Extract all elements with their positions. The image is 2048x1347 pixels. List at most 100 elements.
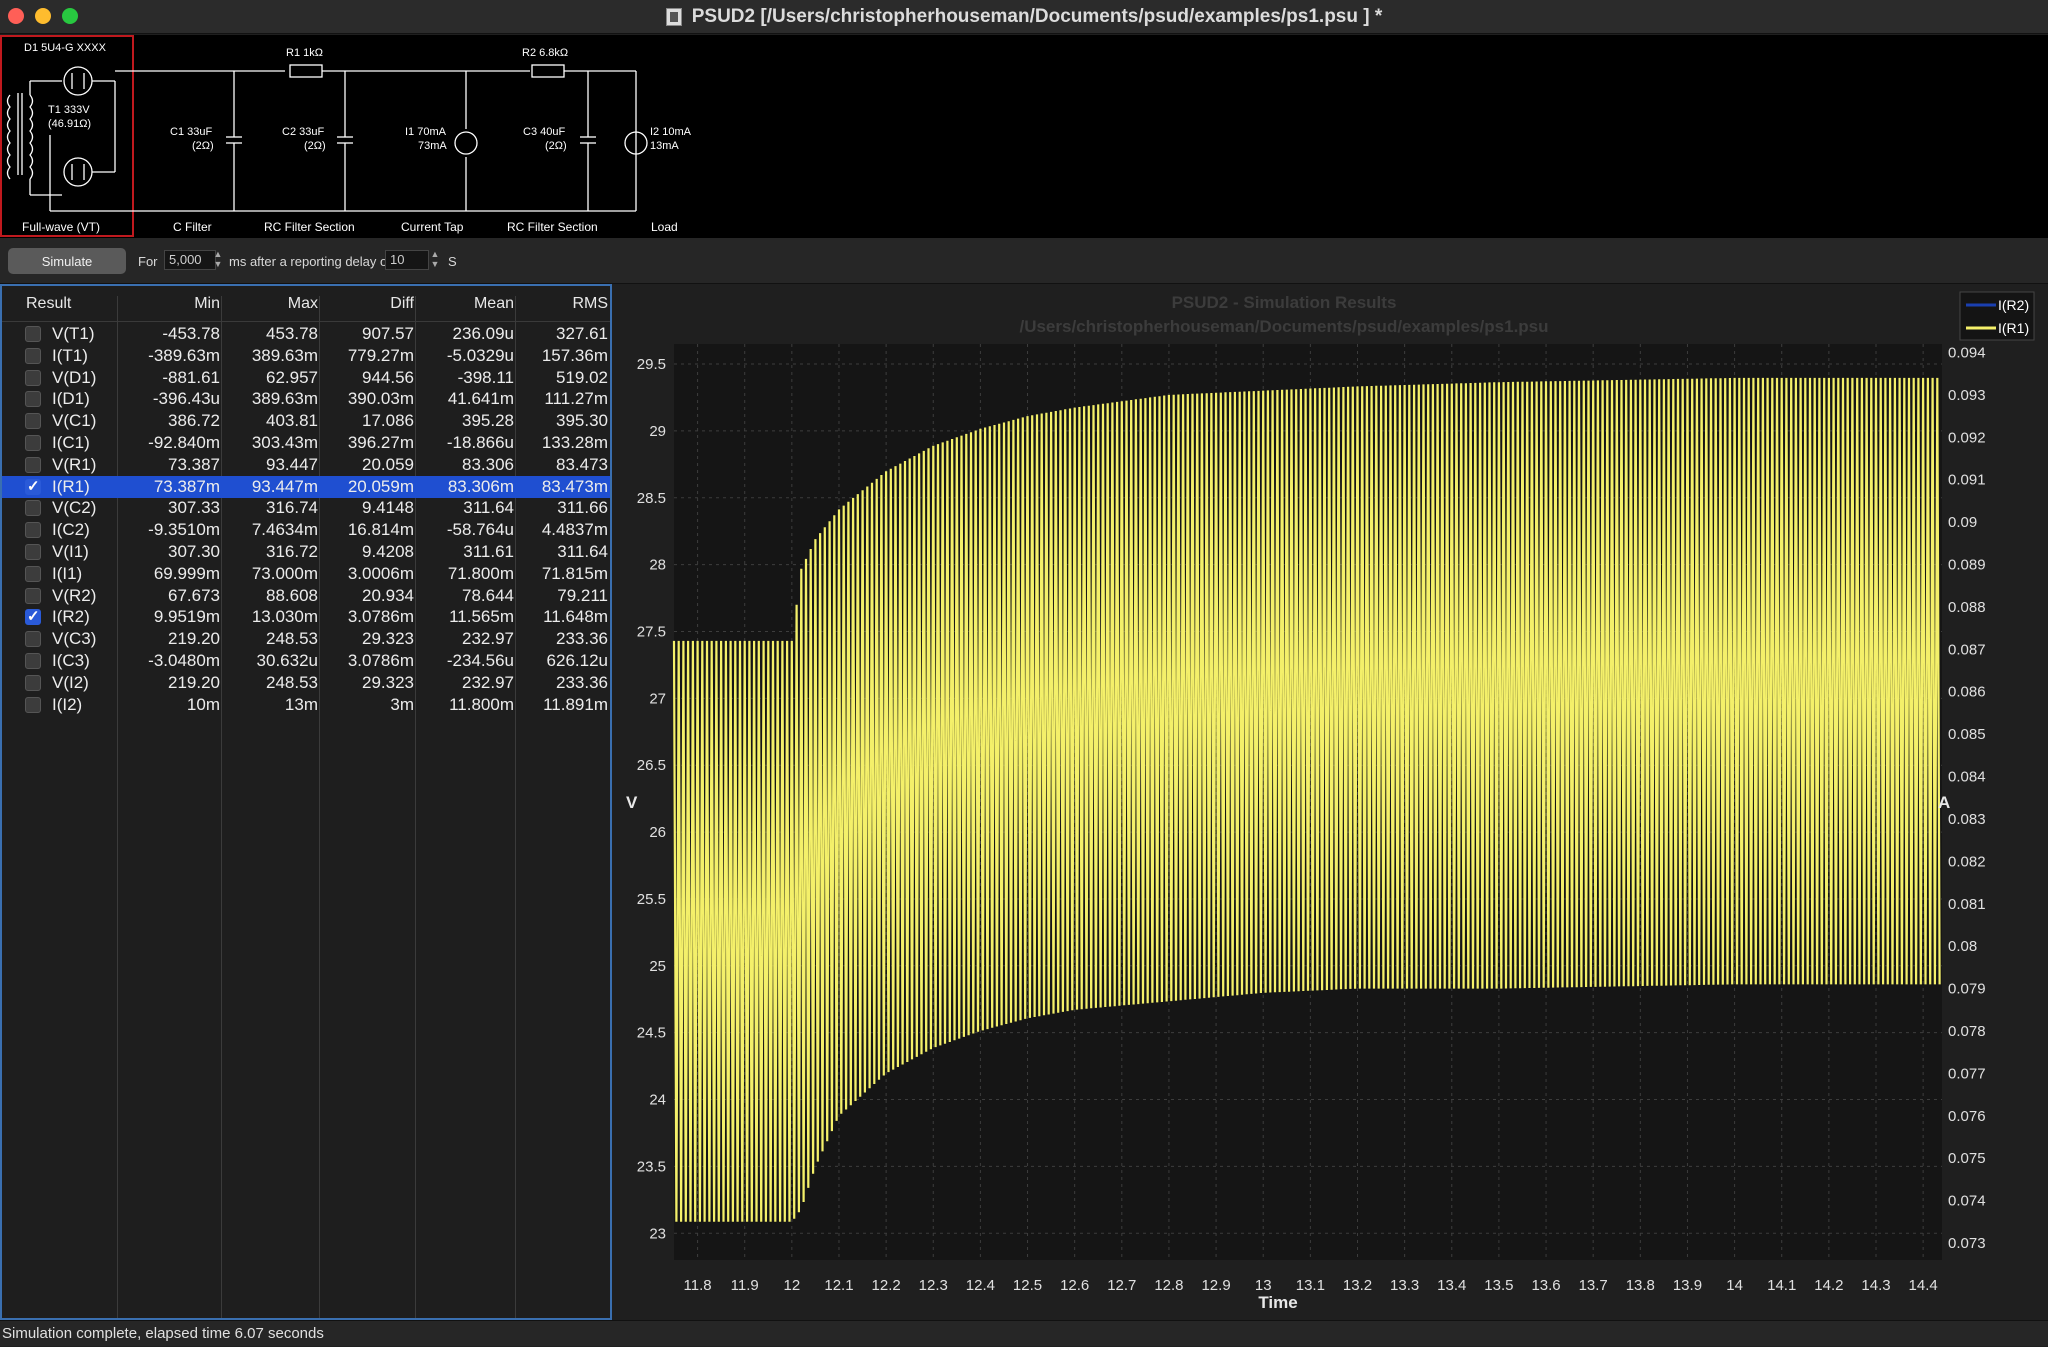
header-diff[interactable]: Diff [322,293,414,315]
stage-fullwave[interactable]: Full-wave (VT) [22,220,100,234]
header-rms[interactable]: RMS [516,293,608,315]
legend-item-i-r2[interactable]: I(R2) [1998,297,2029,313]
result-checkbox[interactable] [25,456,41,473]
legend-item-i-r1[interactable]: I(R1) [1998,320,2029,336]
result-checkbox[interactable] [25,326,41,342]
y-tick-right-label: 0.076 [1948,1108,1986,1125]
result-mean: 232.97 [462,672,514,692]
result-rms: 626.12u [546,651,608,670]
stage-load[interactable]: Load [651,220,678,234]
result-name: V(C1) [52,411,97,431]
duration-input[interactable]: 5,000 [164,250,216,270]
result-name: V(D1) [52,367,97,387]
schematic-svg: D1 5U4-G XXXX T1 333V (46.91Ω) R1 1kΩ R2… [0,35,692,237]
result-min: 219.20 [168,629,220,649]
header-max[interactable]: Max [224,293,318,315]
t1-label-b: (46.91Ω) [48,118,91,130]
result-checkbox[interactable] [25,435,41,451]
y-tick-right-label: 0.081 [1948,896,1986,913]
schematic-labels: D1 5U4-G XXXX T1 333V (46.91Ω) R1 1kΩ R2… [24,42,692,152]
result-min: 69.999m [153,563,220,583]
x-tick-label: 12 [784,1277,801,1294]
y-tick-right-label: 0.085 [1948,726,1986,743]
delay-input[interactable]: 10 [385,250,429,270]
result-checkbox[interactable] [25,696,41,713]
chart-svg: PSUD2 - Simulation Results /Users/christ… [626,291,2035,1312]
result-min: 73.387m [153,476,220,496]
result-checkbox[interactable] [25,674,41,691]
result-checkbox[interactable] [25,347,41,364]
result-diff: 907.57 [362,324,414,343]
x-tick-label: 12.9 [1201,1277,1230,1294]
table-row[interactable]: V(R2) 67.673 88.608 20.934 78.644 79.211 [2,585,610,607]
y-tick-left-label: 25 [649,958,666,975]
result-checkbox[interactable] [25,544,41,560]
table-row[interactable]: I(R2) 9.9519m 13.030m 3.0786m 11.565m 11.648m [2,606,610,628]
x-tick-label: 12.7 [1107,1277,1136,1294]
result-checkbox[interactable] [25,587,41,604]
result-checkbox[interactable] [25,391,41,408]
result-min: -881.61 [162,367,220,387]
result-checkbox[interactable] [25,500,41,517]
result-checkbox[interactable] [25,565,41,582]
y-tick-right-label: 0.092 [1948,429,1986,446]
result-checkbox[interactable] [25,607,41,626]
table-row[interactable]: I(I1) 69.999m 73.000m 3.0006m 71.800m 71.815m [2,563,610,585]
y-tick-right-label: 0.073 [1948,1235,1986,1252]
header-result[interactable]: Result [26,293,71,315]
table-row[interactable]: V(R1) 73.387 93.447 20.059 83.306 83.473 [2,454,610,476]
result-checkbox[interactable] [25,413,41,430]
table-row[interactable]: V(C3) 219.20 248.53 29.323 232.97 233.36 [2,628,610,650]
table-row[interactable]: I(C2) -9.3510m 7.4634m 16.814m -58.764u 4.483… [2,519,610,541]
result-diff: 20.934 [362,585,414,605]
table-row[interactable]: V(T1) -453.78 453.78 907.57 236.09u 327.61 [2,323,610,345]
table-row[interactable]: I(R1) 73.387m 93.447m 20.059m 83.306m 83.473m [2,475,610,498]
result-diff: 20.059m [347,476,414,496]
document-icon [665,8,682,26]
header-mean[interactable]: Mean [418,293,514,315]
simulation-chart[interactable]: PSUD2 - Simulation Results /Users/christ… [612,284,2048,1320]
table-row[interactable]: V(I1) 307.30 316.72 9.4208 311.61 311.64 [2,541,610,563]
circuit-schematic[interactable]: D1 5U4-G XXXX T1 333V (46.91Ω) R1 1kΩ R2… [0,35,2048,238]
table-row[interactable]: V(C2) 307.33 316.74 9.4148 311.64 311.66 [2,497,610,519]
table-row[interactable]: I(D1) -396.43u 389.63m 390.03m 41.641m 111.27… [2,388,610,410]
result-checkbox[interactable] [25,522,41,539]
results-table[interactable]: Result Min Max Diff Mean RMS V(T1) -453.7… [0,284,612,1320]
table-row[interactable]: V(C1) 386.72 403.81 17.086 395.28 395.30 [2,410,610,432]
result-checkbox[interactable] [25,631,41,648]
result-max: 453.78 [266,324,318,343]
result-diff: 29.323 [362,629,414,649]
table-row[interactable]: I(C1) -92.840m 303.43m 396.27m -18.866u 133.2… [2,432,610,454]
result-diff: 9.4208 [362,542,414,561]
legend[interactable]: I(R2) I(R1) [1959,291,2035,341]
table-row[interactable]: I(T1) -389.63m 389.63m 779.27m -5.0329u 157.3… [2,345,610,367]
duration-stepper-icon[interactable]: ▲ ▼ [212,249,224,271]
x-tick-label: 14.4 [1909,1277,1938,1294]
result-checkbox[interactable] [25,653,41,669]
table-row[interactable]: I(I2) 10m 13m 3m 11.800m 11.891m [2,694,610,716]
result-max: 316.72 [266,542,318,561]
stage-highlight-fullwave[interactable] [0,35,134,237]
stage-c-filter[interactable]: C Filter [173,220,212,234]
y-tick-left-label: 26.5 [637,757,666,774]
table-row[interactable]: V(D1) -881.61 62.957 944.56 -398.11 519.02 [2,367,610,389]
simulate-button[interactable]: Simulate [8,248,126,274]
result-mean: 232.97 [462,629,514,649]
stage-rc-filter-2[interactable]: RC Filter Section [507,220,598,234]
x-tick-label: 13.1 [1296,1277,1325,1294]
result-rms: 11.648m [543,607,608,627]
result-rms: 11.891m [543,694,608,714]
result-diff: 396.27m [347,433,414,452]
result-rms: 79.211 [557,585,608,605]
stage-rc-filter-1[interactable]: RC Filter Section [264,220,355,234]
x-tick-label: 12.4 [966,1277,995,1294]
header-min[interactable]: Min [122,293,220,315]
table-row[interactable]: V(I2) 219.20 248.53 29.323 232.97 233.36 [2,672,610,694]
result-max: 73.000m [251,563,318,583]
result-checkbox[interactable] [25,369,41,386]
simulation-toolbar: Simulate For 5,000 ▲ ▼ ms after a reporti… [0,238,2048,284]
result-checkbox[interactable] [25,477,41,495]
table-row[interactable]: I(C3) -3.0480m 30.632u 3.0786m -234.56u 626.1… [2,650,610,672]
stage-current-tap[interactable]: Current Tap [401,220,464,234]
delay-stepper-icon[interactable]: ▲ ▼ [429,249,441,271]
